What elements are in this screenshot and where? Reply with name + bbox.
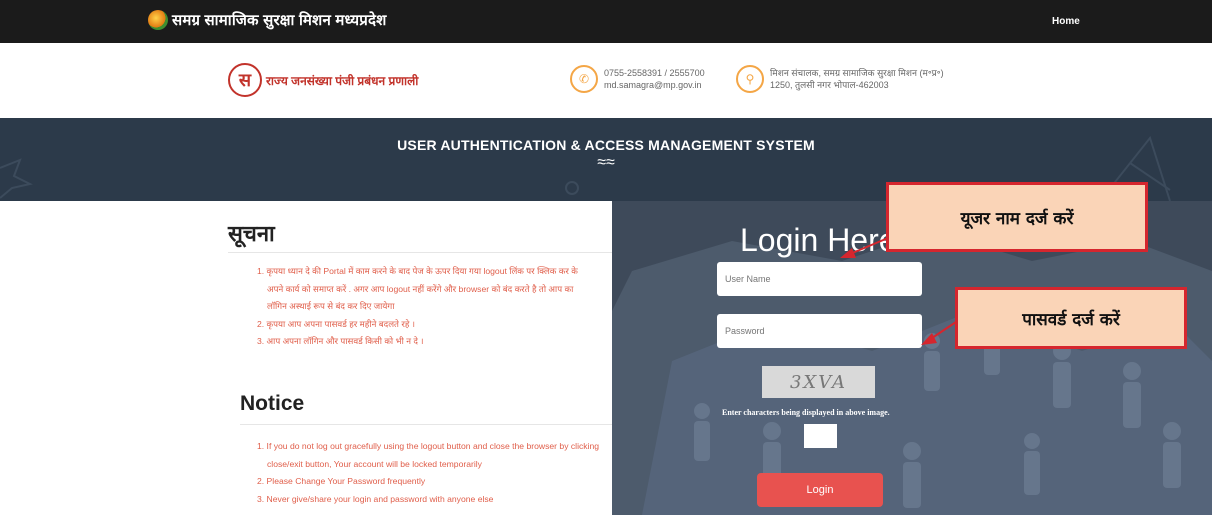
contact-phone: ✆ 0755-2558391 / 2555700 md.samagra@mp.g… <box>570 65 705 93</box>
site-logo[interactable]: स राज्य जनसंख्या पंजी प्रबंधन प्रणाली <box>228 63 418 97</box>
list-item: 1. कृपया ध्यान दे की Portal में काम करने… <box>257 266 578 276</box>
contact-address: ⚲ मिशन संचालक, समग्र सामाजिक सुरक्षा मिश… <box>736 65 944 93</box>
password-callout: पासवर्ड दर्ज करें <box>955 287 1187 349</box>
divider <box>240 424 612 425</box>
captcha-input[interactable] <box>804 424 837 448</box>
list-item: 3. Never give/share your login and passw… <box>257 493 494 504</box>
list-item: 3. आप अपना लॉगिन और पासवर्ड किसी को भी न… <box>257 336 424 346</box>
list-item: 2. Please Change Your Password frequentl… <box>257 476 426 486</box>
username-input[interactable] <box>717 262 922 296</box>
contact-email: md.samagra@mp.gov.in <box>604 80 702 90</box>
phone-icon: ✆ <box>570 65 598 93</box>
wave-icon: ≈≈ <box>597 154 615 171</box>
username-callout: यूजर नाम दर्ज करें <box>886 182 1148 252</box>
nav-home-link[interactable]: Home <box>1052 16 1080 27</box>
list-item: close/exit button, Your account will be … <box>267 458 482 469</box>
list-item: 1. If you do not log out gracefully usin… <box>257 441 600 451</box>
list-item: अपने कार्य को समाप्त करें . अगर आप logou… <box>267 283 574 294</box>
top-navbar: समग्र सामाजिक सुरक्षा मिशन मध्यप्रदेश Ho… <box>0 0 1212 43</box>
notice-english-heading: Notice <box>240 392 305 415</box>
samagra-logo-icon <box>148 10 168 30</box>
password-input[interactable] <box>717 314 922 348</box>
list-item: लॉगिन अस्थाई रूप से बंद कर दिए जायेगा <box>267 301 395 311</box>
address-line-2: 1250, तुलसी नगर भोपाल-462003 <box>770 80 889 90</box>
notice-hindi-list: 1. कृपया ध्यान दे की Portal में काम करने… <box>257 263 578 351</box>
captcha-instruction: Enter characters being displayed in abov… <box>722 408 890 417</box>
list-item: 2. कृपया आप अपना पासवर्ड हर महीने बदलते … <box>257 318 416 329</box>
login-button[interactable]: Login <box>757 473 883 507</box>
divider <box>228 252 612 253</box>
notice-english-list: 1. If you do not log out gracefully usin… <box>257 438 599 508</box>
brand[interactable]: समग्र सामाजिक सुरक्षा मिशन मध्यप्रदेश <box>148 10 387 30</box>
location-pin-icon: ⚲ <box>736 65 764 93</box>
notice-hindi-heading: सूचना <box>228 221 275 246</box>
phone-number: 0755-2558391 / 2555700 <box>604 68 705 78</box>
banner-title: USER AUTHENTICATION & ACCESS MANAGEMENT … <box>397 137 815 153</box>
ssr-emblem-icon: स <box>228 63 262 97</box>
address-line-1: मिशन संचालक, समग्र सामाजिक सुरक्षा मिशन … <box>770 68 944 78</box>
site-logo-name: राज्य जनसंख्या पंजी प्रबंधन प्रणाली <box>266 73 419 88</box>
site-header: स राज्य जनसंख्या पंजी प्रबंधन प्रणाली ✆ … <box>0 43 1212 118</box>
login-title: Login Here <box>740 222 897 258</box>
captcha-image: 3XVA <box>762 366 875 398</box>
brand-title: समग्र सामाजिक सुरक्षा मिशन मध्यप्रदेश <box>172 12 387 29</box>
